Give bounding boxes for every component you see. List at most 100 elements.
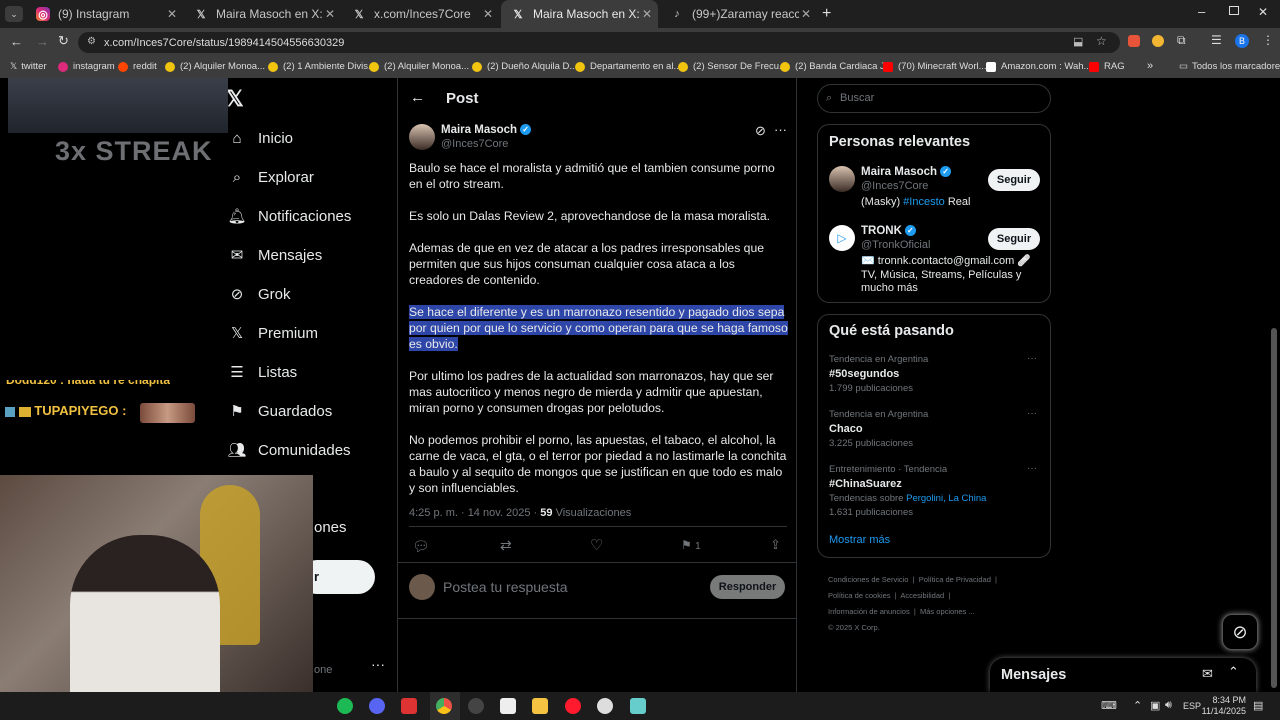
tab-maira-post-active[interactable]: 𝕏 Maira Masoch en X: "@TronkOf ✕	[501, 0, 658, 28]
bookmark-twitter[interactable]: 𝕏twitter	[10, 61, 47, 72]
author-name[interactable]: Maira Masoch ✓	[441, 124, 532, 136]
bookmark-reddit[interactable]: reddit	[118, 61, 157, 72]
bookmark-item[interactable]: Amazon.com : Wah...	[986, 61, 1091, 72]
nav-lists[interactable]: ☰ Listas	[228, 363, 297, 382]
menu-icon[interactable]: ⋮	[1262, 33, 1274, 47]
all-bookmarks[interactable]: ▭ Todos los marcadores	[1179, 61, 1280, 72]
post-time[interactable]: 4:25 p. m. · 14 nov. 2025 ·	[409, 507, 537, 519]
volume-icon[interactable]: 🔊︎	[1165, 699, 1172, 712]
hashtag-link[interactable]: #Incesto	[903, 196, 945, 208]
app-icon[interactable]	[468, 698, 484, 714]
nav-communities[interactable]: 👥︎ Comunidades	[227, 441, 350, 460]
related-trend-link[interactable]: Pergolini, La China	[906, 493, 986, 504]
nav-explore[interactable]: ⌕ Explorar	[228, 168, 314, 186]
nav-more-partial[interactable]: ones	[314, 519, 347, 536]
x-logo-icon[interactable]: 𝕏	[226, 86, 244, 112]
account-partial[interactable]: one	[314, 664, 332, 676]
bookmark-action[interactable]: ⚑ 1	[681, 538, 701, 552]
like-icon[interactable]: ♡	[590, 536, 603, 554]
app-icon[interactable]	[630, 698, 646, 714]
extension-icon[interactable]	[1152, 35, 1164, 47]
author-handle[interactable]: @Inces7Core	[441, 138, 508, 150]
grok-floating-button[interactable]: ⊘	[1222, 614, 1258, 650]
bookmark-item[interactable]: (70) Minecraft Worl...	[883, 61, 987, 72]
notification-icon[interactable]: ▤	[1253, 699, 1263, 712]
bookmark-item[interactable]: (2) Dueño Alquila D...	[472, 61, 577, 72]
new-message-icon[interactable]: ✉	[1202, 666, 1213, 682]
folder-icon[interactable]	[532, 698, 548, 714]
follow-button[interactable]: Seguir	[988, 228, 1040, 250]
scrollbar[interactable]	[1271, 328, 1277, 688]
search-input[interactable]: ⌕ Buscar	[817, 84, 1051, 113]
bookmark-item[interactable]: (2) Alquiler Monoa...	[165, 61, 265, 72]
nav-notifications[interactable]: 🔔︎ Notificaciones	[227, 207, 351, 226]
tab-search-button[interactable]: ⌄	[5, 6, 23, 22]
close-icon[interactable]: ✕	[801, 7, 811, 21]
bookmark-item[interactable]: RAG	[1089, 61, 1125, 72]
grok-explain-icon[interactable]: ⊘	[755, 123, 766, 139]
extensions-puzzle-icon[interactable]: ⧉	[1177, 33, 1186, 48]
back-icon[interactable]: ←	[10, 34, 23, 49]
more-options-icon[interactable]: ···	[1027, 463, 1037, 474]
bookmark-item[interactable]: Departamento en al...	[575, 61, 681, 72]
profile-avatar[interactable]: B	[1235, 34, 1249, 48]
messages-drawer[interactable]: Mensajes ✉ ⌃	[990, 658, 1256, 692]
app-icon[interactable]	[401, 698, 417, 714]
nav-premium[interactable]: 𝕏 Premium	[228, 324, 318, 343]
close-icon[interactable]: ✕	[483, 7, 493, 21]
tab-maira-post-1[interactable]: 𝕏 Maira Masoch en X: "El problem ✕	[184, 0, 341, 28]
more-options-icon[interactable]: ···	[1027, 408, 1037, 419]
tab-profile[interactable]: 𝕏 x.com/Inces7Core ✕	[342, 0, 499, 28]
new-tab-button[interactable]: +	[822, 5, 831, 23]
clock[interactable]: 8:34 PM 11/14/2025	[1200, 695, 1246, 717]
tray-chevron-icon[interactable]: ⌃	[1133, 699, 1142, 712]
close-icon[interactable]: ✕	[642, 7, 652, 21]
bookmark-item[interactable]: (2) Sensor De Frecu...	[678, 61, 787, 72]
install-icon[interactable]: ⬓	[1073, 35, 1083, 48]
media-player-icon[interactable]	[597, 698, 613, 714]
site-info-icon[interactable]: ⚙	[87, 36, 96, 47]
discord-icon[interactable]	[369, 698, 385, 714]
share-icon[interactable]: ⇪	[770, 537, 781, 553]
maximize-button[interactable]	[1229, 6, 1239, 15]
address-bar[interactable]: ⚙ x.com/Inces7Core/status/19894145045566…	[78, 32, 1120, 53]
trend-item[interactable]: Tendencia en Argentina #50segundos 1.799…	[829, 354, 1039, 394]
nav-grok[interactable]: ⊘ Grok	[228, 285, 291, 304]
trend-item[interactable]: Entretenimiento · Tendencia #ChinaSuarez…	[829, 464, 1039, 518]
more-options-icon[interactable]: ···	[1027, 353, 1037, 364]
bookmark-instagram[interactable]: instagram	[58, 61, 115, 72]
reply-icon[interactable]: 💬︎	[412, 538, 430, 555]
close-icon[interactable]: ✕	[167, 7, 177, 21]
network-icon[interactable]: ▣	[1150, 699, 1160, 712]
reading-list-icon[interactable]: ☰	[1211, 33, 1222, 47]
account-more-icon[interactable]: ···	[371, 656, 385, 672]
tab-tiktok[interactable]: ♪ (99+)Zaramay reacciona a Lolo ✕	[660, 0, 817, 28]
expand-icon[interactable]: ⌃	[1228, 664, 1239, 680]
bookmark-item[interactable]: (2) Alquiler Monoa...	[369, 61, 469, 72]
language-indicator[interactable]: ESP	[1183, 701, 1201, 711]
nav-messages[interactable]: ✉ Mensajes	[228, 246, 323, 265]
person-name[interactable]: TRONK ✓	[861, 225, 916, 237]
bookmark-item[interactable]: (2) 1 Ambiente Divis...	[268, 61, 376, 72]
back-arrow-icon[interactable]: ←	[410, 89, 425, 106]
trend-item[interactable]: Tendencia en Argentina Chaco 3.225 publi…	[829, 409, 1039, 449]
close-icon[interactable]: ✕	[325, 7, 335, 21]
reply-button[interactable]: Responder	[710, 575, 785, 599]
forward-icon[interactable]: →	[36, 34, 49, 49]
nav-home[interactable]: ⌂ Inicio	[228, 129, 293, 147]
follow-button[interactable]: Seguir	[988, 169, 1040, 191]
avatar[interactable]	[409, 124, 435, 150]
nav-bookmarks[interactable]: ⚑ Guardados	[228, 402, 332, 421]
opera-icon[interactable]	[565, 698, 581, 714]
person-name[interactable]: Maira Masoch ✓	[861, 166, 952, 178]
avatar[interactable]: ▷	[829, 225, 855, 251]
tab-instagram[interactable]: ◎ (9) Instagram ✕	[26, 0, 183, 28]
app-icon[interactable]	[500, 698, 516, 714]
keyboard-icon[interactable]: ⌨	[1101, 699, 1117, 712]
bookmark-item[interactable]: (2) Banda Cardiaca J...	[780, 61, 893, 72]
minimize-button[interactable]: –	[1198, 4, 1205, 19]
reply-input[interactable]: Postea tu respuesta	[443, 579, 568, 595]
avatar[interactable]	[829, 166, 855, 192]
spotify-icon[interactable]	[337, 698, 353, 714]
bookmark-star-icon[interactable]: ☆	[1096, 34, 1107, 48]
